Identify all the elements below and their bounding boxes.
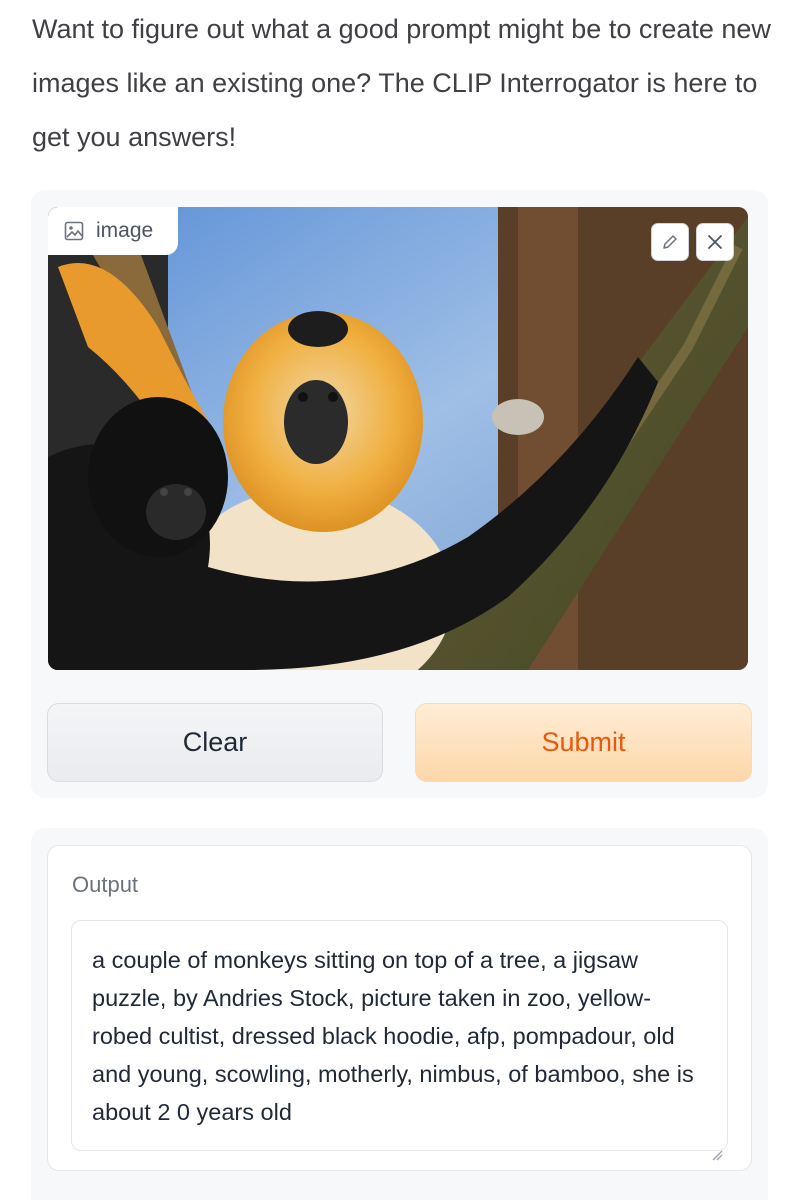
- image-icon: [64, 221, 84, 241]
- output-label: Output: [72, 872, 139, 897]
- submit-button[interactable]: Submit: [415, 703, 752, 782]
- input-panel: image Clear Submit: [31, 190, 768, 798]
- output-panel: Output a couple of monkeys sitting on to…: [31, 828, 768, 1200]
- remove-image-button[interactable]: [696, 223, 734, 261]
- image-label-text: image: [96, 219, 154, 242]
- output-textarea[interactable]: a couple of monkeys sitting on top of a …: [71, 920, 728, 1161]
- intro-text: Want to figure out what a good prompt mi…: [32, 14, 771, 152]
- pencil-icon: [660, 232, 680, 252]
- clear-button[interactable]: Clear: [47, 703, 383, 782]
- gibbon-photo: [48, 207, 748, 670]
- image-label: image: [48, 207, 178, 255]
- close-icon: [705, 232, 725, 252]
- resize-handle-icon[interactable]: [711, 1134, 723, 1161]
- output-text: a couple of monkeys sitting on top of a …: [92, 947, 694, 1125]
- output-box: Output a couple of monkeys sitting on to…: [47, 845, 752, 1171]
- image-input[interactable]: image: [48, 207, 748, 670]
- edit-image-button[interactable]: [651, 223, 689, 261]
